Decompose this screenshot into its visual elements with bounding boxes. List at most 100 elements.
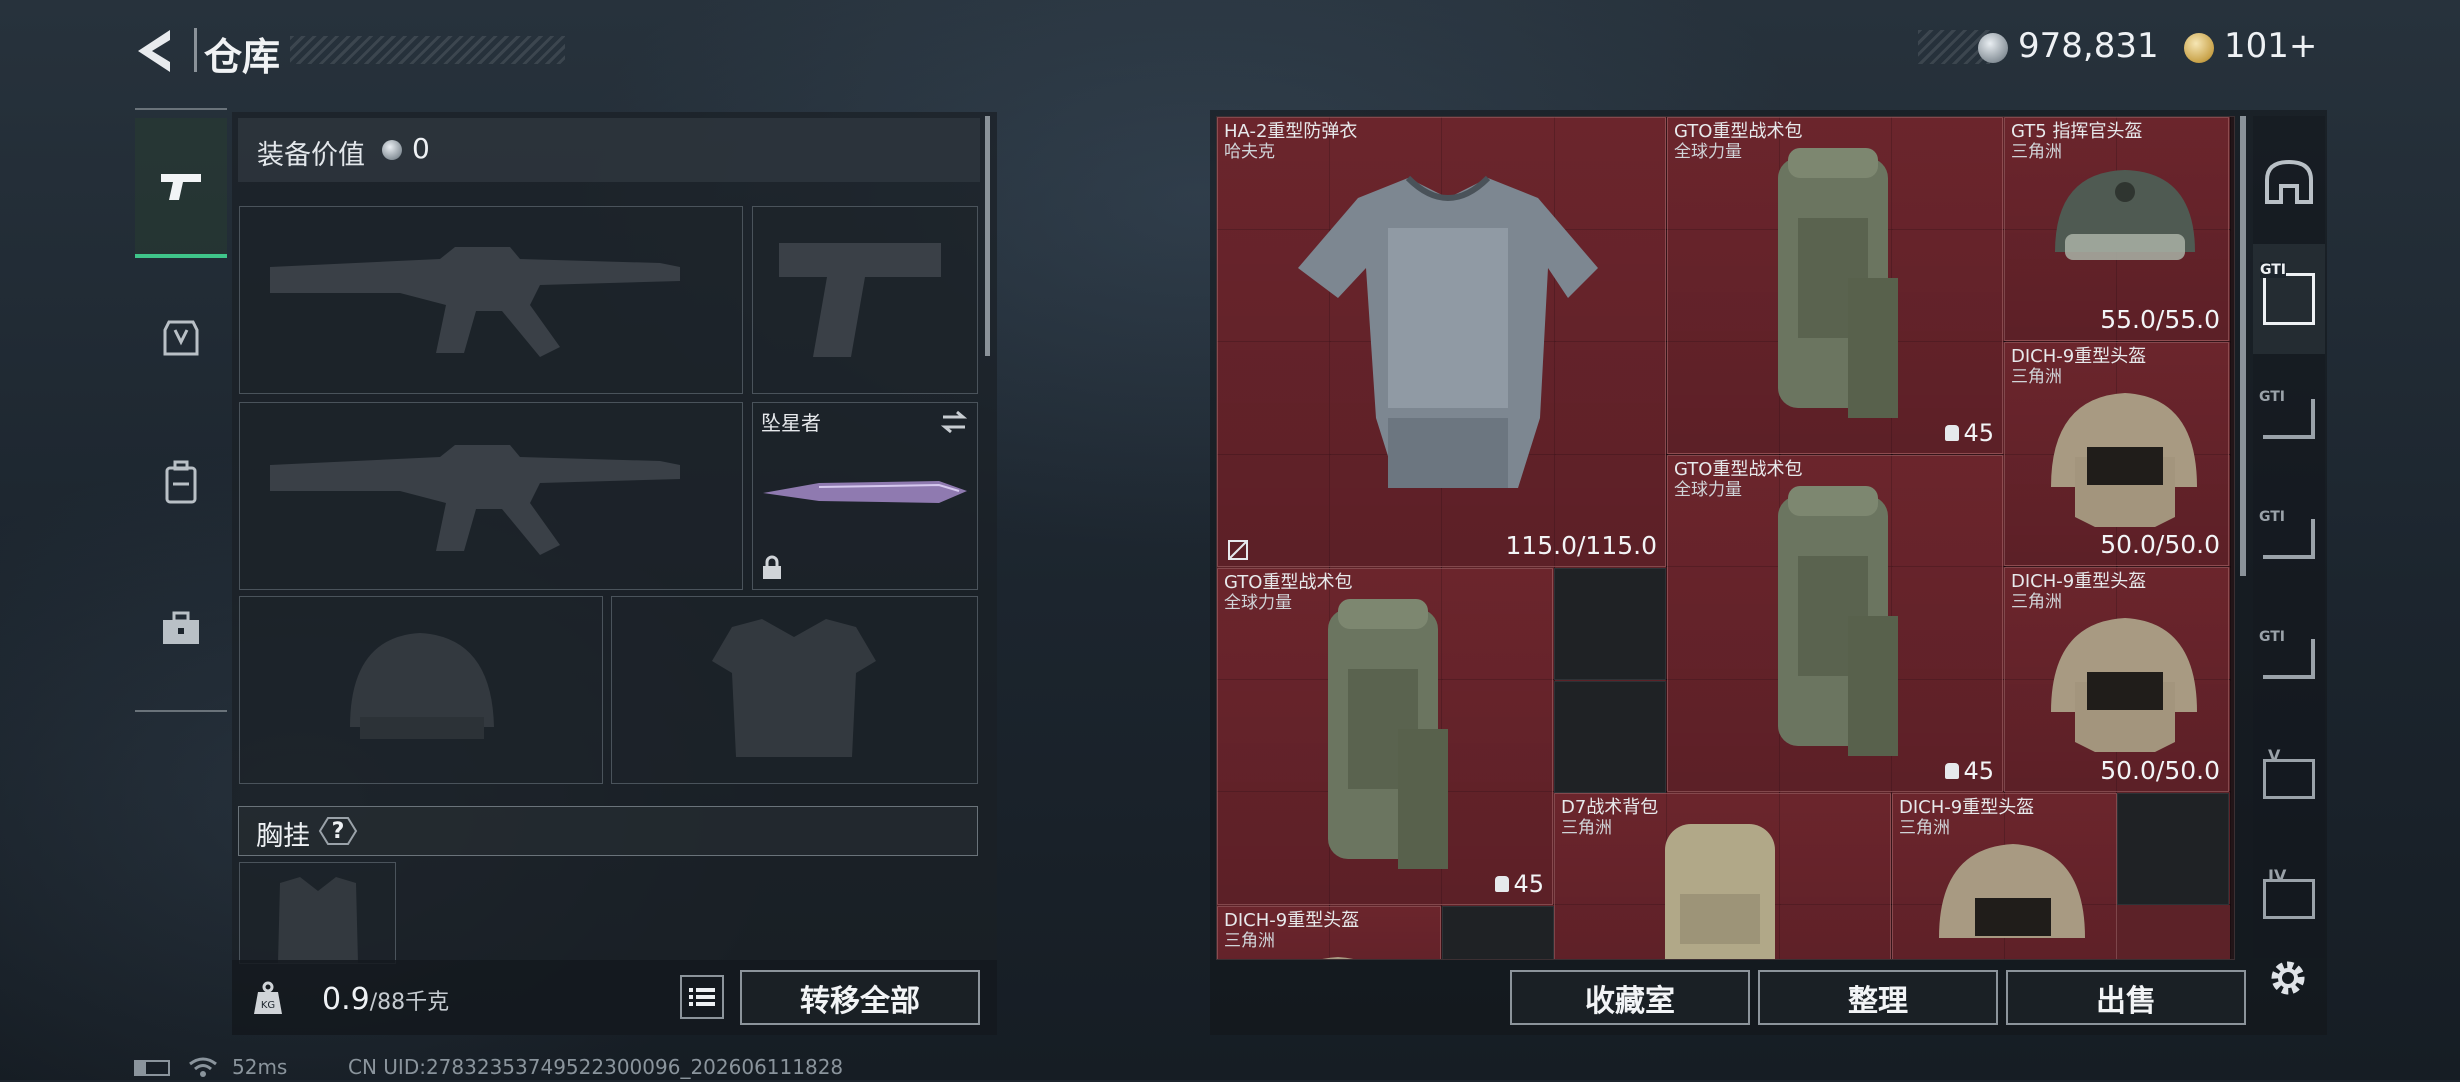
- helmet-slot[interactable]: [239, 596, 603, 784]
- equipment-value: 0: [412, 132, 430, 165]
- item-maker: 全球力量: [1674, 142, 1742, 162]
- page-title: 仓库: [204, 35, 281, 79]
- toolbox-icon: [163, 611, 199, 644]
- item-maker: 全球力量: [1674, 480, 1742, 500]
- stash-5-icon: V: [2263, 746, 2315, 799]
- stash-4-icon: GTI: [2259, 629, 2315, 679]
- weight-readout: 0.9/88千克: [322, 982, 449, 1017]
- stash-item-helmet[interactable]: DICH-9重型头盔 三角洲 50.0/50.0: [2004, 567, 2229, 792]
- stash-category-bar: GTI GTI GTI GTI V IV: [2253, 116, 2325, 958]
- item-maker: 全球力量: [1224, 593, 1292, 613]
- item-name: D7战术背包: [1561, 797, 1659, 818]
- item-capacity: 45: [1495, 870, 1544, 898]
- gold-coin-icon: [2184, 33, 2214, 67]
- bunker-icon: [2265, 159, 2313, 204]
- chest-rig-slot[interactable]: [239, 862, 396, 964]
- stash-item-backpack[interactable]: GTO重型战术包 全球力量 45: [1667, 455, 2003, 792]
- tactical-backpack-icon: [1328, 599, 1448, 869]
- stash-item-helmet[interactable]: DICH-9重型头盔 三角洲 50.0/50.0: [2004, 342, 2229, 566]
- stash-2-label: GTI: [2259, 389, 2286, 405]
- rifle-silhouette-icon: [270, 445, 680, 555]
- side-tab-weapons[interactable]: [135, 118, 227, 258]
- item-name: DICH-9重型头盔: [1224, 910, 1360, 931]
- tactical-backpack-icon: [1778, 148, 1898, 418]
- sort-button[interactable]: 整理: [1758, 970, 1998, 1025]
- armor-bag-icon: [163, 320, 199, 356]
- weight-current: 0.9: [322, 982, 370, 1017]
- empty-cell[interactable]: [2117, 793, 2229, 905]
- help-icon[interactable]: ?: [318, 816, 358, 846]
- gold-currency-amount[interactable]: 101+: [2224, 26, 2317, 66]
- back-button[interactable]: [130, 26, 186, 76]
- weight-icon: KG: [250, 980, 286, 1016]
- stash-item-backpack[interactable]: GTO重型战术包 全球力量 45: [1217, 568, 1553, 905]
- silver-coin-icon: [1978, 33, 2008, 67]
- category-stash-6[interactable]: IV: [2253, 844, 2325, 954]
- item-name: DICH-9重型头盔: [1899, 797, 2035, 818]
- category-stash-3[interactable]: GTI: [2253, 484, 2325, 594]
- knife-icon: [763, 481, 967, 503]
- sidearm-slot[interactable]: [752, 206, 978, 394]
- stash-item-backpack[interactable]: D7战术背包 三角洲: [1554, 793, 1891, 959]
- swap-icon[interactable]: [939, 409, 969, 435]
- list-view-button[interactable]: [680, 975, 724, 1019]
- pistol-icon: [161, 174, 201, 200]
- transfer-all-button[interactable]: 转移全部: [740, 970, 980, 1025]
- melee-slot[interactable]: 坠星者: [752, 402, 978, 590]
- category-stash-5[interactable]: V: [2253, 724, 2325, 834]
- stash-grid[interactable]: HA-2重型防弹衣 哈夫克 115.0/115.0 GTO重型战术包 全球力量 …: [1216, 116, 2235, 960]
- empty-cell[interactable]: [1554, 681, 1666, 793]
- empty-cell[interactable]: [1554, 568, 1666, 680]
- helmet-silhouette-icon: [350, 633, 494, 739]
- body-armor-slot[interactable]: [611, 596, 978, 784]
- category-stash-1[interactable]: GTI: [2253, 244, 2325, 354]
- grid-cell: [2116, 903, 2231, 959]
- no-repair-icon: [1228, 540, 1248, 560]
- side-tab-armor[interactable]: [135, 282, 227, 392]
- stash-item-helmet[interactable]: GT5 指挥官头盔 三角洲 55.0/55.0: [2004, 117, 2229, 341]
- primary-weapon-slot[interactable]: [239, 206, 743, 394]
- stash-5-label: V: [2268, 746, 2281, 765]
- capacity-icon: [1945, 425, 1960, 441]
- side-tab-toolbox[interactable]: [135, 574, 227, 684]
- item-name: HA-2重型防弹衣: [1224, 121, 1358, 142]
- sell-button[interactable]: 出售: [2006, 970, 2246, 1025]
- item-name: GT5 指挥官头盔: [2011, 121, 2143, 142]
- pistol-silhouette-icon: [779, 243, 941, 357]
- category-bunker[interactable]: [2253, 126, 2325, 236]
- rifle-silhouette-icon: [270, 247, 680, 357]
- stash-item-backpack[interactable]: GTO重型战术包 全球力量 45: [1667, 117, 2003, 454]
- weight-max: /88千克: [369, 990, 450, 1015]
- commander-helmet-icon: [2055, 170, 2195, 260]
- battery-icon: [134, 1060, 170, 1076]
- item-durability: 55.0/55.0: [2100, 305, 2220, 334]
- help-text: ?: [331, 818, 345, 844]
- category-stash-2[interactable]: GTI: [2253, 364, 2325, 474]
- stash-1-icon: GTI: [2260, 262, 2315, 325]
- stash-3-label: GTI: [2259, 509, 2286, 525]
- stash-item-helmet[interactable]: DICH-9重型头盔 三角洲: [1892, 793, 2117, 959]
- category-stash-4[interactable]: GTI: [2253, 604, 2325, 714]
- loadout-scrollbar[interactable]: [985, 116, 990, 356]
- empty-cell[interactable]: [1442, 906, 1554, 959]
- heavy-helmet-icon: [2051, 393, 2197, 527]
- settings-button[interactable]: [2264, 954, 2312, 1002]
- side-tab-backpack[interactable]: [135, 428, 227, 538]
- item-durability: 115.0/115.0: [1505, 531, 1657, 560]
- heavy-helmet-icon: [2051, 618, 2197, 752]
- secondary-weapon-slot[interactable]: [239, 402, 743, 590]
- collection-room-button[interactable]: 收藏室: [1510, 970, 1750, 1025]
- list-icon: [689, 988, 715, 1006]
- body-armor-icon: [1298, 175, 1598, 488]
- tactical-backpack-icon: [1778, 486, 1898, 756]
- user-uid: CN UID:27832353749522300096_202606111828: [348, 1055, 844, 1079]
- stash-scrollbar[interactable]: [2240, 116, 2246, 576]
- back-arrow-icon: [138, 30, 170, 72]
- item-maker: 三角洲: [1561, 818, 1612, 838]
- item-name: DICH-9重型头盔: [2011, 571, 2147, 592]
- stash-item-body-armor[interactable]: HA-2重型防弹衣 哈夫克 115.0/115.0: [1217, 117, 1666, 567]
- title-hatch-decoration: [290, 36, 565, 64]
- equipment-value-label: 装备价值: [257, 140, 365, 171]
- side-tab-divider-bottom: [135, 710, 227, 712]
- stash-item-helmet[interactable]: DICH-9重型头盔 三角洲: [1217, 906, 1441, 959]
